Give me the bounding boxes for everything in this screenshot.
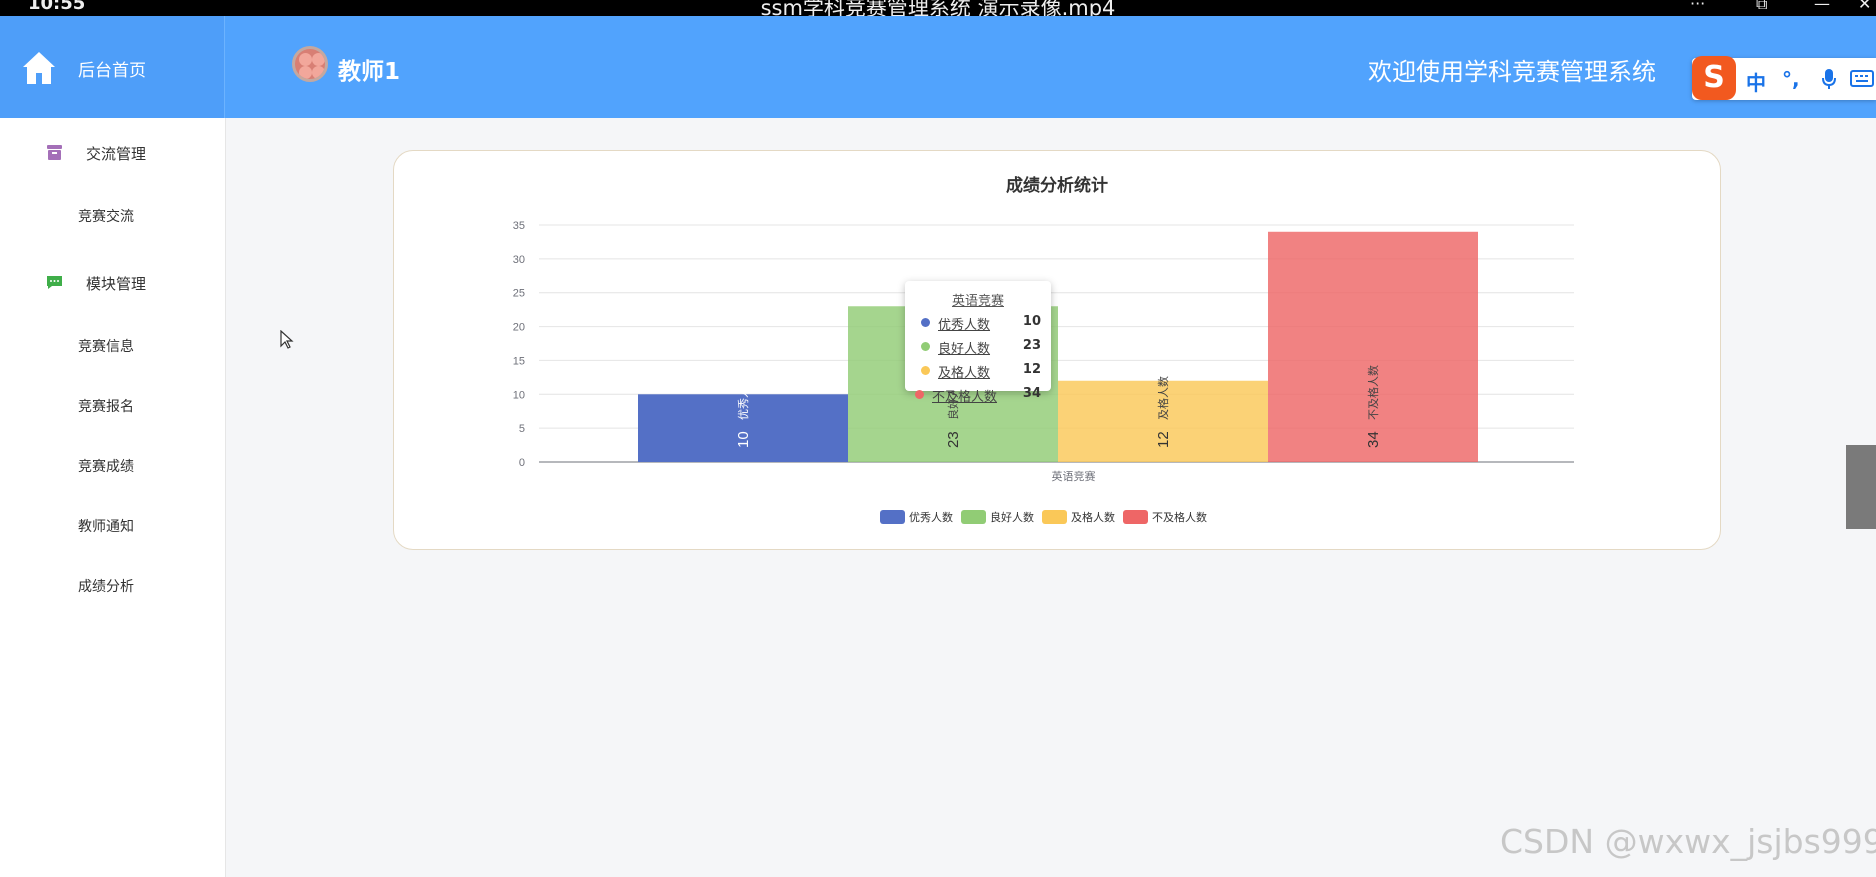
tooltip-row: 优秀人数 10	[915, 313, 1041, 333]
sidebar-item-competition-signup[interactable]: 竞赛报名	[78, 396, 134, 416]
tooltip-series-name: 不及格人数	[932, 390, 998, 405]
sidebar-group-label: 交流管理	[86, 145, 147, 163]
bar-value-label: 34	[1365, 431, 1382, 448]
tooltip-row: 及格人数 12	[915, 361, 1041, 381]
bar	[1268, 231, 1478, 462]
bar-series-label: 及格人数	[1156, 376, 1170, 420]
bar-series-label: 优秀人数	[737, 376, 750, 420]
user-name[interactable]: 教师1	[338, 52, 400, 86]
sidebar-item-teacher-notice[interactable]: 教师通知	[78, 516, 134, 536]
bar-value-label: 23	[945, 431, 962, 448]
sidebar: 交流管理 竞赛交流 模块管理 竞赛信息 竞赛报名 竞赛成绩 教师通知 成绩分析	[0, 118, 226, 877]
legend-swatch	[880, 510, 905, 524]
tooltip-series-name: 良好人数	[938, 342, 991, 357]
legend-swatch	[1123, 510, 1148, 524]
avatar[interactable]	[292, 46, 328, 82]
sidebar-group-modules[interactable]: 模块管理	[0, 262, 225, 302]
minimize-icon[interactable]: —	[1814, 0, 1830, 13]
legend-swatch	[1042, 510, 1067, 524]
legend-label: 良好人数	[990, 510, 1034, 524]
video-title: ssm学科竞赛管理系统 演示录像.mp4	[760, 0, 1116, 16]
tooltip-value: 10	[1022, 314, 1041, 329]
home-icon	[23, 52, 55, 84]
tooltip-value: 12	[1022, 362, 1041, 377]
scrollbar-thumb[interactable]	[1846, 445, 1876, 529]
tooltip-row: 良好人数 23	[915, 337, 1041, 357]
home-label: 后台首页	[78, 61, 146, 81]
y-tick-label: 20	[513, 322, 525, 334]
legend-dot-icon	[921, 342, 930, 351]
sidebar-item-competition-exchange[interactable]: 竞赛交流	[78, 206, 134, 226]
sidebar-group-communication[interactable]: 交流管理	[0, 132, 225, 172]
legend-swatch	[961, 510, 986, 524]
more-icon[interactable]: ···	[1690, 0, 1705, 13]
tooltip-value: 23	[1022, 338, 1041, 353]
legend-label: 不及格人数	[1152, 510, 1207, 524]
legend-dot-icon	[921, 366, 930, 375]
bar-value-label: 12	[1155, 431, 1172, 448]
welcome-text: 欢迎使用学科竞赛管理系统	[1368, 58, 1656, 86]
ime-mode[interactable]: 中	[1746, 67, 1766, 96]
legend-label: 及格人数	[1071, 510, 1115, 524]
mouse-cursor-icon	[280, 330, 294, 349]
ime-toolbar: S 中 °,	[1692, 56, 1876, 100]
watermark: CSDN @wxwx_jsjbs999	[1500, 822, 1876, 861]
close-icon[interactable]: ✕	[1858, 0, 1871, 13]
y-tick-label: 10	[513, 389, 525, 401]
tooltip-series-name: 优秀人数	[938, 318, 991, 333]
keyboard-icon[interactable]	[1850, 70, 1874, 87]
sidebar-item-competition-info[interactable]: 竞赛信息	[78, 336, 134, 356]
y-tick-label: 30	[513, 254, 525, 266]
sidebar-item-score-analysis[interactable]: 成绩分析	[78, 576, 134, 596]
sidebar-item-competition-scores[interactable]: 竞赛成绩	[78, 456, 134, 476]
x-tick-label: 英语竞赛	[1052, 469, 1096, 483]
y-tick-label: 5	[519, 423, 525, 435]
tooltip-value: 34	[1022, 386, 1041, 401]
tooltip-title: 英语竞赛	[951, 294, 1004, 309]
y-tick-label: 35	[513, 220, 525, 232]
y-tick-label: 15	[513, 355, 525, 367]
bar-chart: 0510152025303510优秀人数23良好人数12及格人数34不及格人数英…	[513, 220, 1574, 524]
y-tick-label: 0	[519, 457, 525, 469]
chart-tooltip: 英语竞赛 优秀人数 10 良好人数 23 及格人数 12 不及格人数 34	[905, 281, 1051, 405]
archive-icon	[47, 145, 62, 160]
legend-dot-icon	[915, 390, 924, 399]
bar-series-label: 不及格人数	[1366, 365, 1380, 420]
legend-label: 优秀人数	[909, 511, 953, 524]
chat-icon	[47, 276, 62, 289]
ime-punctuation[interactable]: °,	[1782, 67, 1800, 91]
home-link[interactable]: 后台首页	[0, 16, 225, 118]
video-title-bar: 10:55 ssm学科竞赛管理系统 演示录像.mp4 ··· ⧉ — ✕	[0, 0, 1876, 16]
restore-icon[interactable]: ⧉	[1756, 0, 1767, 14]
sidebar-group-label: 模块管理	[86, 275, 147, 293]
microphone-icon[interactable]	[1822, 68, 1836, 90]
chart-card: 成绩分析统计 0 5 10 15 20 25 30 35 10 优秀人数 23 良好人数 12 及格人数 3…	[393, 150, 1721, 550]
legend-dot-icon	[921, 318, 930, 327]
ime-logo[interactable]: S	[1692, 56, 1736, 100]
tooltip-series-name: 及格人数	[938, 366, 991, 381]
top-header: 后台首页 教师1 欢迎使用学科竞赛管理系统	[0, 16, 1876, 118]
bar-value-label: 10	[735, 431, 752, 448]
y-tick-label: 25	[513, 288, 525, 300]
tooltip-row: 不及格人数 34	[909, 385, 1041, 405]
